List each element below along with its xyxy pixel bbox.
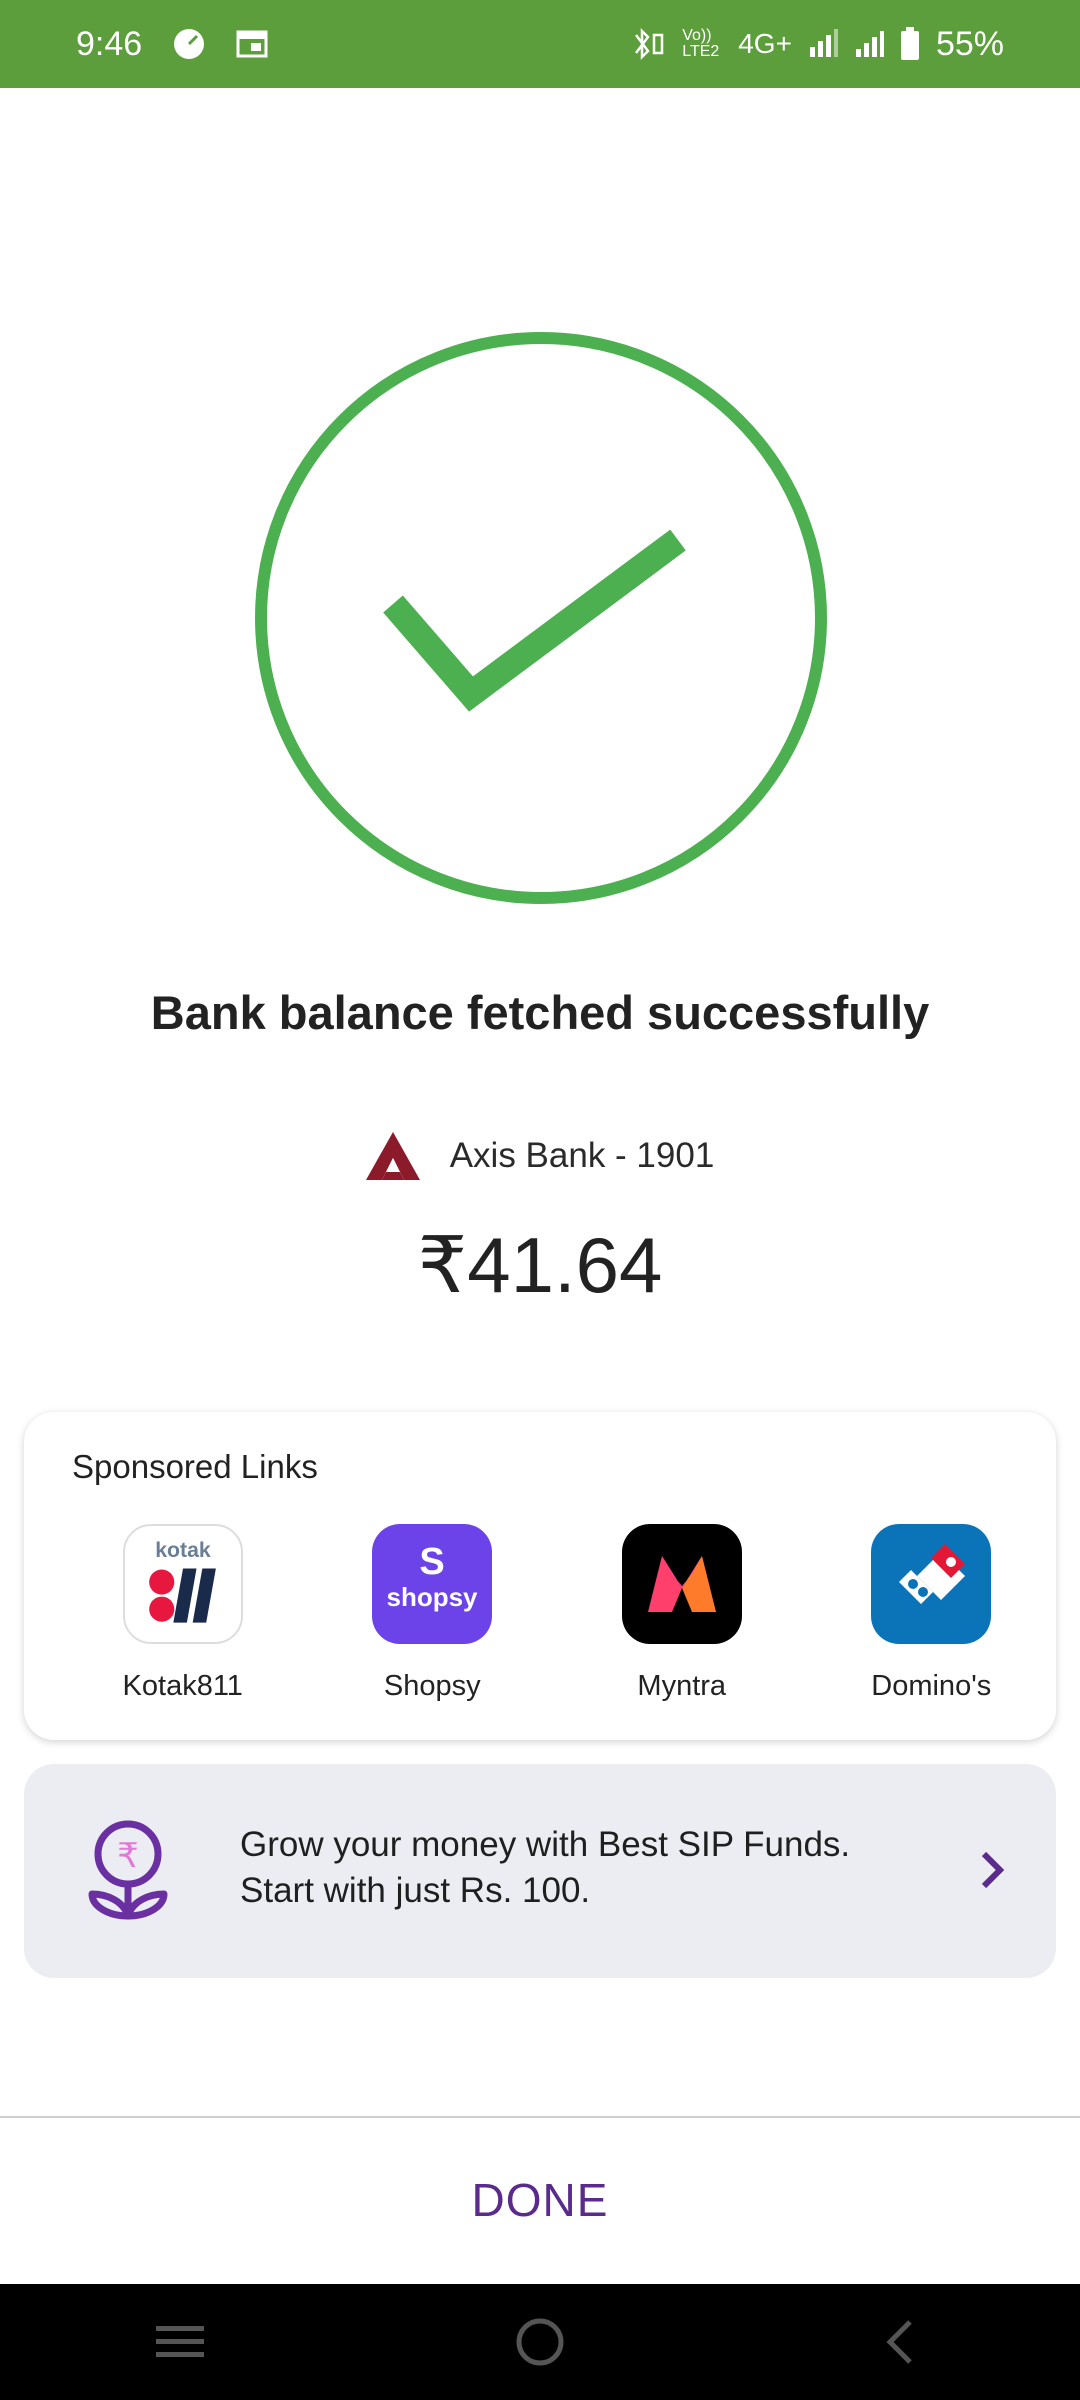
back-icon[interactable] bbox=[860, 2302, 940, 2382]
sponsored-app-kotak811[interactable]: kotak Kotak811 bbox=[58, 1524, 308, 1703]
battery-icon bbox=[900, 27, 920, 61]
svg-text:kotak: kotak bbox=[155, 1538, 211, 1562]
balance-amount: ₹41.64 bbox=[417, 1221, 663, 1309]
myntra-icon bbox=[621, 1524, 742, 1644]
svg-text:S: S bbox=[420, 1541, 445, 1583]
kotak811-icon: kotak bbox=[122, 1524, 243, 1644]
sponsored-app-shopsy[interactable]: S shopsy Shopsy bbox=[308, 1524, 558, 1703]
result-title: Bank balance fetched successfully bbox=[150, 986, 930, 1039]
speedometer-icon bbox=[172, 27, 206, 61]
success-check-icon bbox=[253, 330, 829, 906]
sip-promo-line1: Grow your money with Best SIP Funds. bbox=[240, 1825, 851, 1864]
battery-percent: 55% bbox=[935, 24, 1004, 63]
sponsored-apps-row: kotak Kotak811 S shopsy Shopsy Myntra Do… bbox=[24, 1524, 1056, 1703]
status-time: 9:46 bbox=[76, 24, 143, 63]
sponsored-app-myntra[interactable]: Myntra bbox=[557, 1524, 807, 1703]
dominos-icon bbox=[871, 1524, 992, 1644]
bank-account-row: Axis Bank - 1901 bbox=[0, 1132, 1080, 1180]
done-button[interactable]: DONE bbox=[0, 2118, 1080, 2282]
sponsored-title: Sponsored Links bbox=[72, 1448, 318, 1485]
sponsored-links-card: Sponsored Links kotak Kotak811 S shopsy bbox=[24, 1412, 1056, 1740]
app-label: Shopsy bbox=[383, 1670, 481, 1702]
app-label: Myntra bbox=[637, 1670, 727, 1702]
system-nav-bar bbox=[0, 2284, 1080, 2400]
svg-text:shopsy: shopsy bbox=[387, 1582, 479, 1612]
app-label: Kotak811 bbox=[122, 1670, 243, 1702]
calendar-icon bbox=[236, 29, 268, 59]
recent-apps-icon[interactable] bbox=[140, 2302, 220, 2382]
volte-icon: Vo)) LTE2 bbox=[682, 27, 720, 60]
svg-text:₹: ₹ bbox=[117, 1836, 139, 1876]
home-icon[interactable] bbox=[500, 2302, 580, 2382]
network-type-label: 4G+ bbox=[738, 28, 792, 59]
bank-name: Axis Bank - 1901 bbox=[449, 1136, 715, 1175]
sip-promo-text: Grow your money with Best SIP Funds. Sta… bbox=[240, 1822, 850, 1914]
shopsy-icon: S shopsy bbox=[372, 1524, 493, 1644]
signal-icon-sim1 bbox=[808, 29, 838, 59]
bluetooth-vibrate-icon bbox=[630, 27, 666, 61]
app-label: Domino's bbox=[871, 1670, 992, 1702]
sip-promo-banner[interactable]: ₹ Grow your money with Best SIP Funds. S… bbox=[24, 1764, 1056, 1978]
status-bar: 9:46 Vo)) LTE2 4G+ 55% bbox=[0, 0, 1080, 88]
axis-bank-logo-icon bbox=[365, 1132, 420, 1180]
chevron-right-icon[interactable] bbox=[972, 1848, 1012, 1892]
sip-promo-line2: Start with just Rs. 100. bbox=[240, 1871, 591, 1910]
sponsored-app-dominos[interactable]: Domino's bbox=[807, 1524, 1057, 1703]
signal-icon-sim2 bbox=[854, 29, 884, 59]
rupee-plant-icon: ₹ bbox=[88, 1818, 198, 1928]
